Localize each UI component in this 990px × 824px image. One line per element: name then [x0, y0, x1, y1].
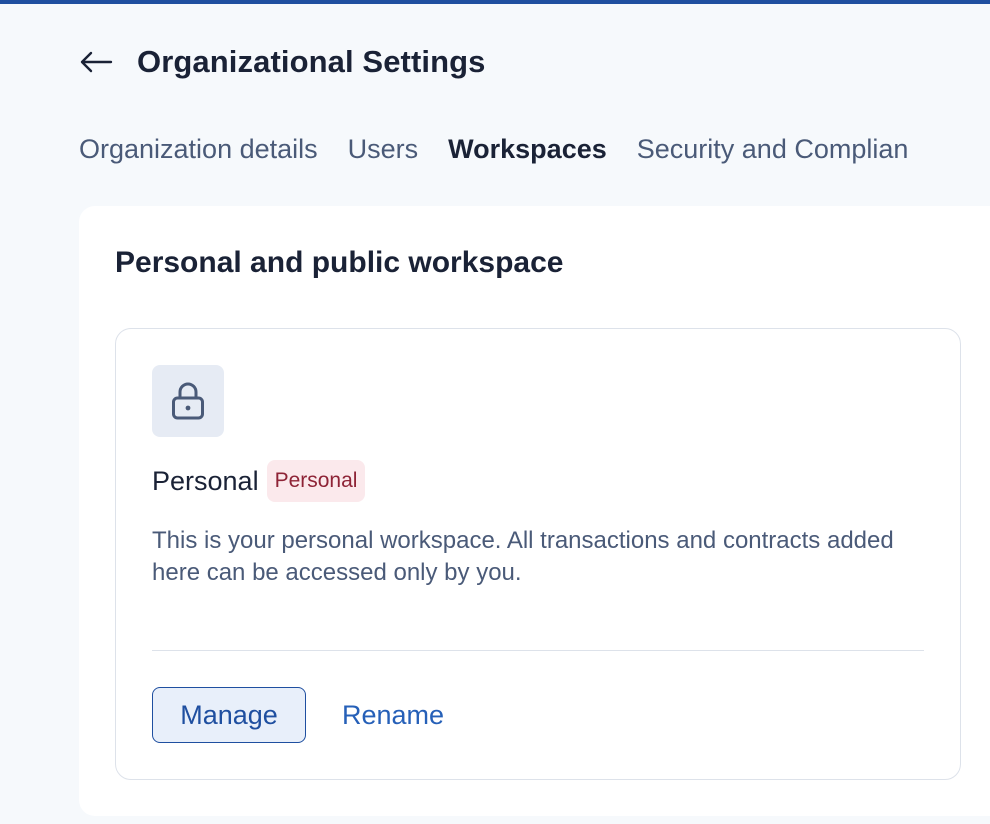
page-header: Organizational Settings — [79, 40, 486, 84]
status-badge: Personal — [266, 460, 366, 502]
top-accent-bar — [0, 0, 990, 4]
page-title: Organizational Settings — [137, 44, 486, 79]
workspace-card: Personal Personal This is your personal … — [115, 328, 961, 780]
workspace-name-row: Personal Personal — [152, 459, 366, 503]
divider — [152, 650, 924, 651]
manage-button[interactable]: Manage — [152, 687, 306, 743]
workspace-icon-box — [152, 365, 224, 437]
settings-tabs: Organization details Users Workspaces Se… — [79, 128, 938, 170]
arrow-left-icon — [80, 51, 113, 73]
workspace-name: Personal — [152, 465, 259, 496]
tab-users[interactable]: Users — [348, 134, 419, 165]
tab-organization-details[interactable]: Organization details — [79, 134, 318, 165]
tab-security-and-compliance[interactable]: Security and Complian — [637, 134, 909, 165]
workspaces-panel: Personal and public workspace Personal P… — [79, 206, 990, 816]
rename-button[interactable]: Rename — [330, 687, 456, 743]
section-title: Personal and public workspace — [115, 246, 564, 279]
workspace-description: This is your personal workspace. All tra… — [152, 527, 894, 586]
tab-workspaces[interactable]: Workspaces — [448, 134, 607, 165]
lock-icon — [172, 382, 204, 420]
back-button[interactable] — [79, 45, 113, 79]
